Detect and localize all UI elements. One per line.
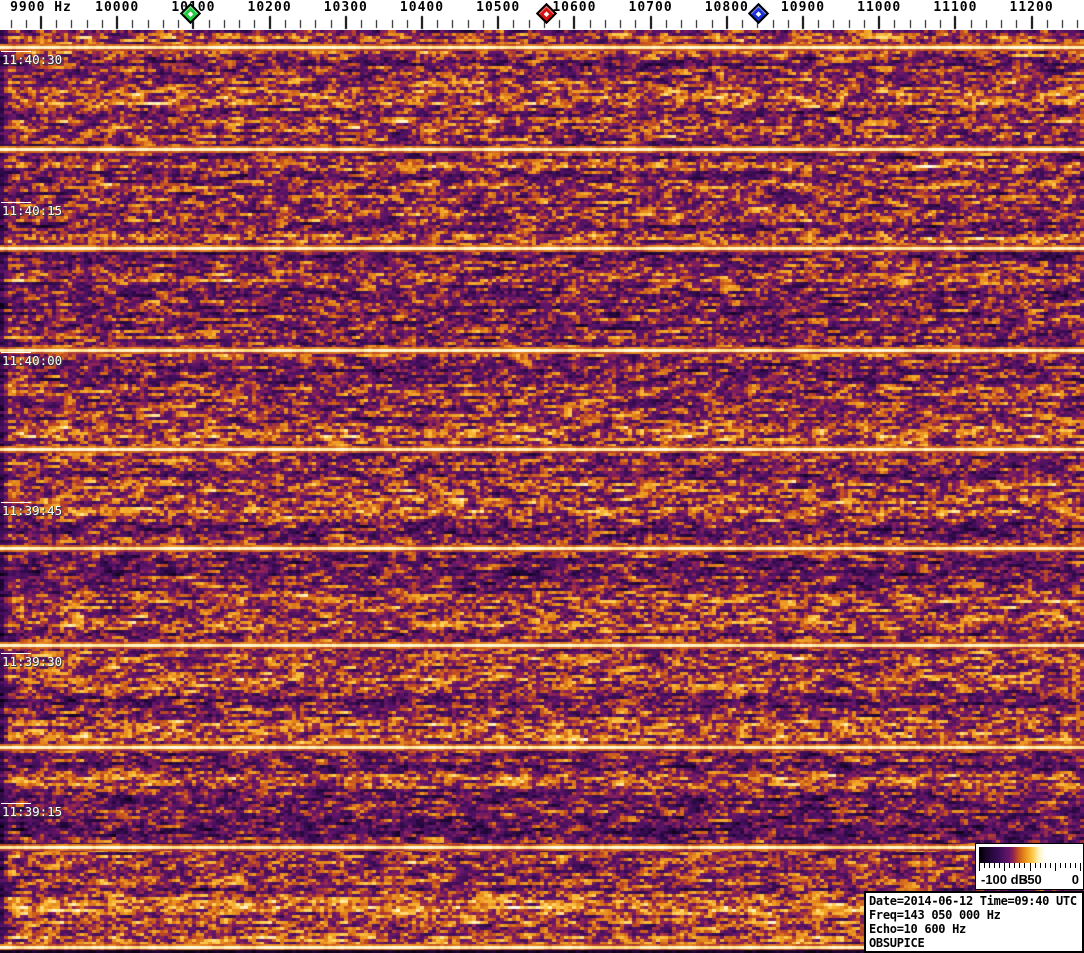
legend-tick [1074, 863, 1076, 868]
legend-tick [1019, 863, 1021, 868]
legend-tick [1004, 863, 1006, 871]
legend-tick [979, 863, 980, 871]
legend-tick [1014, 863, 1016, 868]
info-line-date: Date=2014-06-12 Time=09:40 UTC [869, 894, 1077, 908]
freq-tick-label: 10000 [95, 0, 140, 15]
spectrum-display-window: 9900 Hz100001010010200103001040010500106… [0, 0, 1084, 953]
freq-tick-label: 10400 [399, 0, 445, 15]
time-label-text: 11:39:15 [2, 804, 63, 819]
legend-tick [1080, 863, 1081, 871]
signal-level-legend: -100 dB -50 0 [975, 843, 1084, 890]
freq-tick-label: 9900 Hz [10, 0, 72, 15]
marker-center-dot [544, 10, 550, 17]
legend-tick [1009, 863, 1011, 868]
legend-label-mid: -50 [1023, 872, 1042, 887]
info-line-echo: Echo=10 600 Hz [869, 922, 966, 936]
freq-tick-label: 10900 [780, 0, 826, 15]
legend-tick [1064, 863, 1066, 868]
legend-ticks [976, 863, 1083, 872]
legend-tick [994, 863, 996, 868]
marker-center-dot [187, 10, 194, 17]
freq-tick-label: 10700 [628, 0, 673, 15]
freq-tick-label: 11100 [933, 0, 978, 15]
time-label-text: 11:39:45 [2, 503, 63, 518]
legend-tick [999, 863, 1001, 868]
legend-tick [1054, 863, 1056, 871]
legend-tick [1024, 863, 1026, 868]
legend-tick [989, 863, 991, 868]
time-label-text: 11:39:30 [2, 654, 63, 669]
time-label-text: 11:40:30 [2, 52, 63, 67]
legend-tick [1049, 863, 1051, 868]
freq-tick-label: 10800 [704, 0, 749, 15]
legend-tick [984, 863, 986, 868]
freq-tick-label: 10200 [247, 0, 292, 15]
freq-tick-label: 11200 [1009, 0, 1054, 15]
info-line-freq: Freq=143 050 000 Hz [869, 908, 1001, 922]
info-line-station: OBSUPICE [869, 936, 925, 950]
spectrogram-waterfall[interactable] [0, 30, 1084, 953]
station-info-box: Date=2014-06-12 Time=09:40 UTC Freq=143 … [864, 891, 1084, 953]
legend-gradient-bar [979, 847, 1080, 863]
legend-label-min: -100 dB [981, 872, 1028, 887]
frequency-ruler[interactable]: 9900 Hz100001010010200103001040010500106… [0, 0, 1084, 30]
legend-tick [1069, 863, 1071, 868]
legend-tick [1059, 863, 1061, 868]
marker-center-dot [755, 10, 761, 17]
legend-tick [1034, 863, 1036, 868]
freq-tick-label: 11000 [857, 0, 902, 15]
legend-tick [1044, 863, 1046, 868]
freq-tick-label: 10600 [552, 0, 597, 15]
freq-tick-label: 10500 [476, 0, 521, 15]
time-label-text: 11:40:00 [2, 353, 63, 368]
legend-label-max: 0 [1071, 872, 1079, 887]
freq-tick-label: 10300 [323, 0, 368, 15]
time-label-text: 11:40:15 [2, 203, 63, 218]
legend-tick [1029, 863, 1031, 871]
legend-tick [1039, 863, 1041, 868]
